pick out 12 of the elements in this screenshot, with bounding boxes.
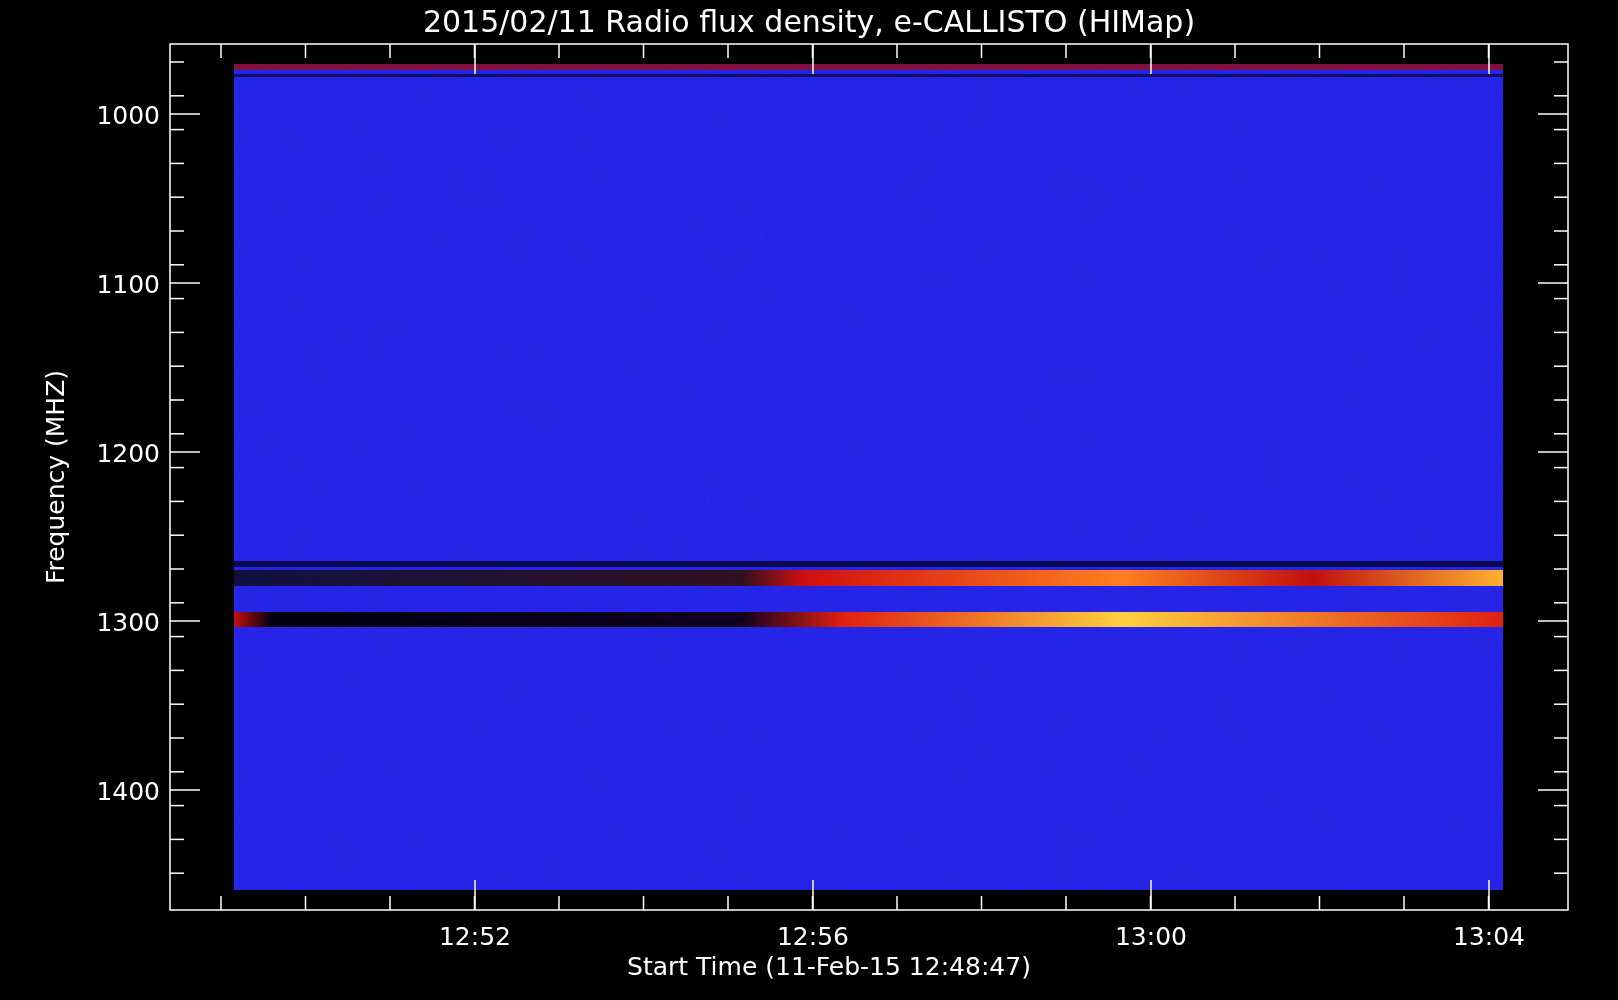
y-tick-label: 1200: [96, 439, 160, 468]
y-tick-label: 1300: [96, 608, 160, 637]
plot-title: 2015/02/11 Radio flux density, e-CALLISTO (HIMap): [422, 4, 1196, 39]
y-tick-label: 1400: [96, 777, 160, 806]
x-tick-label: 13:00: [1115, 922, 1187, 951]
x-tick-label: 13:04: [1453, 922, 1525, 951]
x-tick-label: 12:56: [777, 922, 849, 951]
x-tick-label: 12:52: [439, 922, 511, 951]
y-tick-label: 1000: [96, 101, 160, 130]
y-tick-label: 1100: [96, 270, 160, 299]
x-axis-title: Start Time (11-Feb-15 12:48:47): [627, 952, 1031, 981]
y-axis-title: Frequency (MHZ): [41, 369, 70, 585]
